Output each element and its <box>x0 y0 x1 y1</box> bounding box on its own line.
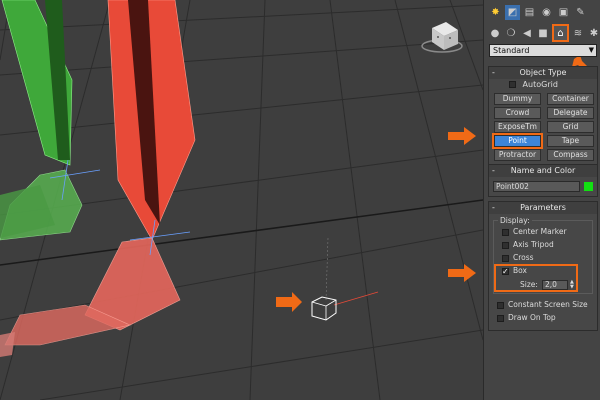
green-leg-object[interactable] <box>0 0 83 241</box>
modify-tab-icon[interactable]: ◩ <box>505 4 520 20</box>
axis-tripod-checkbox[interactable] <box>502 241 509 249</box>
systems-tab-icon[interactable]: ✱ <box>587 26 600 41</box>
center-marker-checkbox[interactable] <box>502 228 509 236</box>
object-type-header[interactable]: - Object Type <box>489 67 597 79</box>
object-color-swatch[interactable] <box>584 182 593 191</box>
annotation-arrow-box <box>448 264 476 282</box>
axis-tripod-label: Axis Tripod <box>513 240 554 249</box>
size-label: Size: <box>520 280 538 289</box>
delegate-button[interactable]: Delegate <box>547 107 594 119</box>
center-marker-label: Center Marker <box>513 227 567 236</box>
cross-label: Cross <box>513 253 534 262</box>
cameras-tab-icon[interactable]: ■ <box>536 26 550 41</box>
autogrid-checkbox[interactable] <box>509 81 516 88</box>
cross-option[interactable]: Cross <box>494 251 592 264</box>
helpers-tab-icon[interactable]: ⌂ <box>551 24 569 42</box>
spacewarps-tab-icon[interactable]: ≋ <box>571 26 585 41</box>
draw-on-top-option[interactable]: Draw On Top <box>489 311 597 324</box>
name-row: Point002 <box>493 181 593 192</box>
object-type-buttons: Dummy Container Crowd Delegate ExposeTm … <box>489 91 597 165</box>
collapse-icon: - <box>492 166 495 175</box>
display-group-label: Display: <box>498 216 532 225</box>
lights-tab-icon[interactable]: ◀ <box>520 26 534 41</box>
viewport-3d[interactable] <box>0 0 483 400</box>
tape-button[interactable]: Tape <box>547 135 594 147</box>
annotation-arrow-viewport <box>276 292 302 312</box>
motion-tab-icon[interactable]: ◉ <box>539 5 554 20</box>
name-color-rollout: - Name and Color Point002 <box>488 164 598 197</box>
compass-button[interactable]: Compass <box>547 149 594 161</box>
cross-checkbox[interactable] <box>502 254 509 262</box>
box-checkbox[interactable] <box>502 265 509 278</box>
object-category-tabs: ● ❍ ◀ ■ ⌂ ≋ ✱ <box>484 23 600 43</box>
exposetm-button[interactable]: ExposeTm <box>494 121 541 133</box>
container-button[interactable]: Container <box>547 93 594 105</box>
parameters-rollout: - Parameters Display: Center Marker Axis… <box>488 201 598 331</box>
name-color-header[interactable]: - Name and Color <box>489 165 597 177</box>
category-dropdown[interactable]: Standard ▼ <box>489 44 597 57</box>
create-tab-icon[interactable]: ✸ <box>488 5 503 20</box>
axis-tripod-option[interactable]: Axis Tripod <box>494 238 592 251</box>
box-option[interactable]: Box <box>494 264 592 278</box>
parameters-header[interactable]: - Parameters <box>489 202 597 214</box>
hierarchy-tab-icon[interactable]: ▤ <box>522 5 537 20</box>
constant-screen-size-checkbox[interactable] <box>497 301 504 309</box>
geometry-tab-icon[interactable]: ● <box>488 26 502 41</box>
display-group: Display: Center Marker Axis Tripod Cross… <box>493 216 593 294</box>
dummy-button[interactable]: Dummy <box>494 93 541 105</box>
constant-screen-size-label: Constant Screen Size <box>508 300 588 309</box>
autogrid-row[interactable]: AutoGrid <box>489 79 597 91</box>
annotation-arrow-point <box>448 127 476 145</box>
center-marker-option[interactable]: Center Marker <box>494 225 592 238</box>
point-button[interactable]: Point <box>492 133 543 149</box>
viewport-scene <box>0 0 483 400</box>
size-spinner: Size: 2,0 ▲ ▼ <box>520 278 592 291</box>
autogrid-label: AutoGrid <box>522 80 558 89</box>
spinner-arrows-icon[interactable]: ▲ ▼ <box>570 279 574 290</box>
command-panel-tabs: ✸ ◩ ▤ ◉ ▣ ✎ <box>484 2 600 22</box>
crowd-button[interactable]: Crowd <box>494 107 541 119</box>
box-label: Box <box>513 266 527 275</box>
object-type-rollout: - Object Type AutoGrid Dummy Container C… <box>488 66 598 166</box>
shapes-tab-icon[interactable]: ❍ <box>504 26 518 41</box>
command-panel: ✸ ◩ ▤ ◉ ▣ ✎ ● ❍ ◀ ■ ⌂ ≋ ✱ Standard ▼ - Ob… <box>483 0 600 400</box>
utilities-tab-icon[interactable]: ✎ <box>573 5 588 20</box>
collapse-icon: - <box>492 203 495 212</box>
collapse-icon: - <box>492 68 495 77</box>
size-input[interactable]: 2,0 <box>541 279 568 290</box>
constant-screen-size-option[interactable]: Constant Screen Size <box>489 298 597 311</box>
draw-on-top-label: Draw On Top <box>508 313 556 322</box>
object-name-field[interactable]: Point002 <box>493 181 581 192</box>
protractor-button[interactable]: Protractor <box>494 149 541 161</box>
draw-on-top-checkbox[interactable] <box>497 314 504 322</box>
grid-button[interactable]: Grid <box>547 121 594 133</box>
chevron-down-icon: ▼ <box>588 46 594 54</box>
viewcube[interactable] <box>421 22 463 53</box>
display-tab-icon[interactable]: ▣ <box>556 5 571 20</box>
